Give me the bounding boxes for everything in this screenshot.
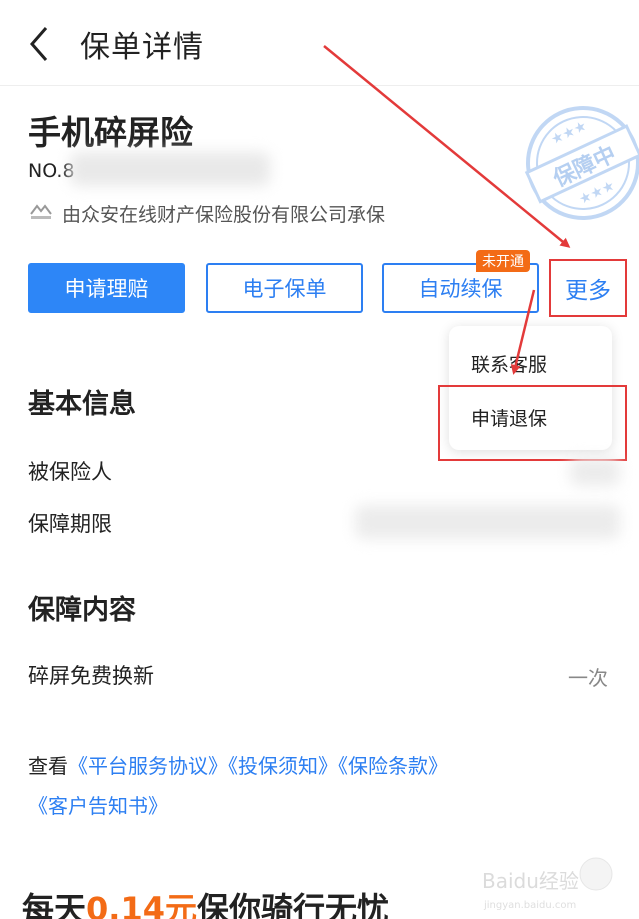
coverage-item-value: 一次 — [568, 666, 608, 690]
more-button[interactable]: 更多 — [549, 259, 627, 317]
promo-price: 0.14元 — [86, 890, 197, 919]
page-title: 保单详情 — [80, 30, 204, 65]
promo-after: 保你骑行无忧 — [196, 890, 389, 919]
coverage-item-label: 碎屏免费换新 — [28, 664, 154, 688]
menu-item-contact-service[interactable]: 联系客服 — [471, 350, 547, 377]
svg-text:★★★: ★★★ — [549, 118, 590, 148]
policy-number-prefix: NO.8 — [28, 160, 75, 182]
annotation-highlight-cancel — [438, 385, 627, 461]
link-insurance-notice[interactable]: 《投保须知》 — [228, 754, 338, 778]
documents-links: 查看《平台服务协议》《投保须知》《保险条款》 《客户告知书》 — [28, 746, 618, 826]
baidu-watermark: Baidu经验 jingyan.baidu.com — [482, 857, 613, 911]
link-platform-agreement[interactable]: 《平台服务协议》 — [68, 754, 228, 778]
watermark-text: Baidu经验 — [482, 869, 579, 893]
promo-before: 每天 — [22, 890, 87, 919]
e-policy-button[interactable]: 电子保单 — [206, 263, 363, 313]
policy-number-redacted — [70, 152, 270, 186]
insured-label: 被保险人 — [28, 460, 112, 484]
claim-button[interactable]: 申请理赔 — [28, 263, 185, 313]
insured-value-redacted — [570, 458, 620, 486]
not-enabled-badge: 未开通 — [476, 250, 530, 272]
basic-info-title: 基本信息 — [28, 389, 136, 420]
insurer-logo-icon — [30, 204, 52, 219]
coverage-period-value-redacted — [355, 505, 620, 539]
promo-banner-text[interactable]: 每天0.14元保你骑行无忧 — [22, 884, 389, 919]
watermark-sub: jingyan.baidu.com — [483, 900, 576, 911]
documents-prefix: 查看 — [28, 754, 68, 778]
coverage-title: 保障内容 — [28, 595, 136, 626]
link-insurance-terms[interactable]: 《保险条款》 — [338, 754, 448, 778]
coverage-period-label: 保障期限 — [28, 512, 112, 536]
product-name: 手机碎屏险 — [28, 113, 193, 152]
insurer-text: 由众安在线财产保险股份有限公司承保 — [62, 204, 386, 226]
coverage-active-stamp: 保障中 ★★★ ★★★ — [524, 106, 639, 220]
chevron-left-icon[interactable] — [26, 24, 54, 64]
link-customer-notice[interactable]: 《客户告知书》 — [28, 794, 168, 818]
app-header: 保单详情 — [0, 0, 639, 86]
